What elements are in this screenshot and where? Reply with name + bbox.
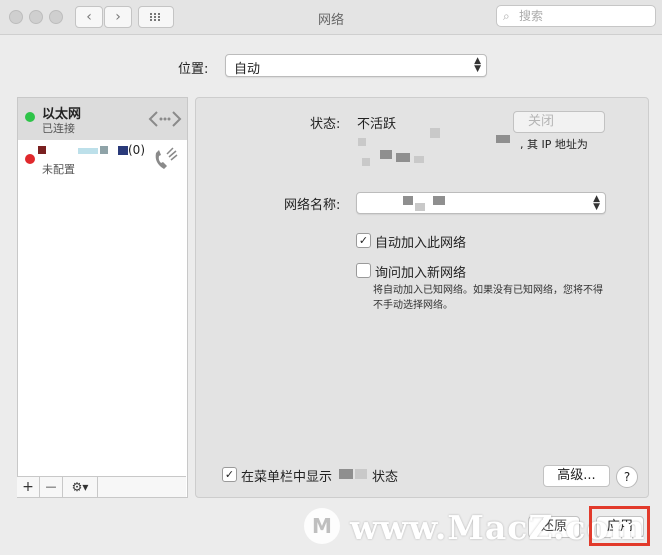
network-name-popup[interactable]: ▲ ▼ — [356, 192, 606, 214]
status-value: 不活跃 — [357, 117, 397, 132]
ask-join-label: 询问加入新网络 — [375, 266, 467, 281]
search-placeholder: 搜索 — [519, 9, 544, 23]
watermark-logo: M — [304, 508, 340, 544]
redacted-block — [38, 146, 46, 154]
ip-address-text: , 其 IP 地址为 — [520, 138, 588, 151]
service-item-ethernet[interactable]: 以太网 已连接 — [18, 98, 187, 140]
show-in-menubar-label: 在菜单栏中显示 — [241, 470, 333, 485]
redacted-block — [396, 153, 410, 162]
service-status: 未配置 — [42, 163, 75, 176]
sidebar-toolbar: + — ⚙▾ — [17, 476, 186, 497]
redacted-block — [430, 128, 440, 138]
network-name-label: 网络名称: — [284, 198, 341, 213]
ask-join-checkbox[interactable] — [356, 263, 371, 278]
show-in-menubar-checkbox[interactable]: ✓ — [222, 467, 237, 482]
show-in-menubar-label-suffix: 状态 — [372, 470, 399, 485]
auto-join-label: 自动加入此网络 — [375, 236, 467, 251]
location-label: 位置: — [178, 62, 209, 77]
search-field[interactable]: ⌕ 搜索 — [496, 5, 656, 27]
close-wifi-label: 关闭 — [527, 114, 554, 129]
updown-arrows-icon: ▲ ▼ — [474, 56, 481, 74]
location-value: 自动 — [234, 62, 261, 77]
ethernet-arrows-icon — [148, 111, 182, 127]
redacted-block — [414, 156, 424, 163]
phone-icon — [155, 147, 178, 169]
redacted-block — [496, 135, 510, 143]
redacted-block — [403, 196, 413, 205]
status-label: 状态: — [310, 117, 341, 132]
auto-join-checkbox[interactable]: ✓ — [356, 233, 371, 248]
service-name: (0) — [128, 143, 145, 157]
apply-highlight-frame — [589, 506, 650, 546]
redacted-block — [118, 146, 128, 155]
redacted-block — [355, 469, 367, 479]
join-note: 将自动加入已知网络。如果没有已知网络，您将不得不手动选择网络。 — [373, 285, 603, 311]
status-dot-green — [25, 112, 35, 122]
redacted-block — [358, 138, 366, 146]
search-icon: ⌕ — [503, 9, 510, 23]
close-wifi-button[interactable]: 关闭 — [513, 111, 605, 133]
location-popup[interactable]: 自动 ▲ ▼ — [225, 54, 487, 77]
add-service-button[interactable]: + — [17, 477, 40, 497]
redacted-block — [339, 469, 353, 479]
redacted-block — [362, 158, 370, 166]
advanced-button[interactable]: 高级... — [543, 465, 610, 487]
remove-service-button[interactable]: — — [40, 477, 63, 497]
service-status: 已连接 — [42, 122, 75, 135]
redacted-block — [415, 203, 425, 211]
redacted-block — [380, 150, 392, 159]
help-button[interactable]: ? — [616, 466, 638, 488]
redacted-block — [433, 196, 445, 205]
service-item-modem[interactable]: (0) 未配置 — [18, 142, 187, 178]
updown-arrows-icon: ▲ ▼ — [593, 194, 600, 212]
redacted-block — [100, 146, 108, 154]
redacted-block — [78, 148, 98, 154]
status-dot-red — [25, 154, 35, 164]
service-list: 以太网 已连接 (0) 未配置 — [17, 97, 188, 498]
gear-menu-button[interactable]: ⚙▾ — [63, 477, 98, 497]
